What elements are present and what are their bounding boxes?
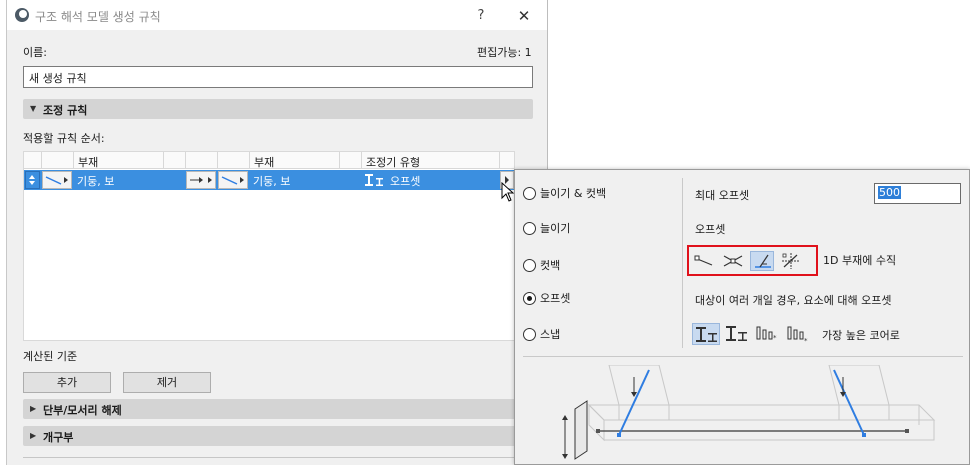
offset-cross-icon[interactable]: [721, 251, 745, 271]
offset-i-beam-icon: [365, 174, 383, 186]
section-release[interactable]: ▶ 단부/모서리 해제: [23, 399, 533, 419]
header-member2[interactable]: 부재: [250, 152, 340, 169]
header-gap1: [164, 152, 186, 169]
radio-button[interactable]: [523, 221, 536, 235]
option-cutback[interactable]: 컷백: [523, 256, 560, 274]
divider-horizontal: [523, 356, 963, 357]
option-label: 스냅: [540, 328, 561, 341]
mouse-cursor-icon: [501, 182, 515, 202]
editable-count: 편집가능: 1: [477, 46, 532, 59]
offset-perpendicular-icon[interactable]: [750, 251, 774, 271]
direction-selector[interactable]: [186, 171, 216, 189]
svg-text:*: *: [804, 337, 808, 345]
i-beam-tall-icon[interactable]: [692, 323, 720, 345]
header-member1[interactable]: 부재: [74, 152, 164, 169]
header-icon2: [218, 152, 250, 169]
header-drag: [24, 152, 42, 169]
help-button[interactable]: ?: [469, 6, 493, 26]
name-input[interactable]: 새 생성 규칙: [23, 66, 533, 88]
section-openings[interactable]: ▶ 개구부: [23, 426, 533, 446]
title-bar[interactable]: 구조 해석 모델 생성 규칙 ? ✕: [7, 0, 547, 30]
table-row[interactable]: 기둥, 보 기둥, 보 오프셋: [24, 170, 514, 190]
core-max-icon[interactable]: *: [754, 323, 782, 345]
perpendicular-label: 1D 부재에 수직: [823, 254, 897, 267]
header-icon1: [42, 152, 74, 169]
option-snap[interactable]: 스냅: [523, 325, 560, 343]
i-beam-short-icon[interactable]: [723, 323, 751, 345]
offset-along-icon[interactable]: [692, 251, 716, 271]
section-adjust-rules[interactable]: ▼ 조정 규칙: [23, 99, 533, 119]
adjuster-label: 오프셋: [390, 175, 421, 188]
window-title: 구조 해석 모델 생성 규칙: [35, 10, 161, 24]
offset-label: 오프셋: [695, 223, 726, 236]
triangle-right-icon: ▶: [30, 431, 37, 440]
offset-direction-group: [687, 245, 818, 276]
triangle-down-icon: ▼: [30, 104, 37, 113]
close-button[interactable]: ✕: [512, 6, 536, 26]
rules-table: 부재 부재 조정기 유형 기둥, 보 기둥, 보 오프셋: [23, 151, 515, 341]
radio-button[interactable]: [523, 327, 536, 341]
radio-button[interactable]: [523, 186, 536, 200]
tallest-core-label: 가장 높은 코어로: [822, 329, 900, 342]
header-gap2: [340, 152, 362, 169]
member2-cell[interactable]: 기둥, 보: [250, 170, 340, 190]
option-label: 오프셋: [540, 292, 571, 305]
remove-button[interactable]: 제거: [123, 372, 211, 393]
rules-dialog: 구조 해석 모델 생성 규칙 ? ✕ 이름: 편집가능: 1 새 생성 규칙 ▼…: [6, 0, 548, 465]
option-label: 늘이기: [540, 222, 571, 235]
option-offset[interactable]: 오프셋: [523, 289, 570, 307]
calculated-criteria-label: 계산된 기준: [23, 350, 78, 363]
core-min-icon[interactable]: *: [785, 323, 813, 345]
option-stretch[interactable]: 늘이기: [523, 219, 570, 237]
svg-text:*: *: [773, 334, 777, 342]
offset-preview-illustration: [562, 365, 936, 460]
section-label: 조정 규칙: [43, 104, 88, 117]
section-label: 개구부: [43, 431, 74, 444]
option-label: 컷백: [540, 259, 561, 272]
header-end: [500, 152, 514, 169]
option-label: 늘이기 & 컷백: [540, 187, 607, 200]
multi-target-label: 대상이 여러 개일 경우, 요소에 대해 오프셋: [695, 294, 892, 307]
add-button[interactable]: 추가: [23, 372, 111, 393]
offset-axes-icon[interactable]: [779, 251, 803, 271]
section-label: 단부/모서리 해제: [43, 404, 122, 417]
header-adjuster-type[interactable]: 조정기 유형: [362, 152, 500, 169]
adjuster-popup: 늘이기 & 컷백 늘이기 컷백 오프셋 스냅 최대 오프셋 500 오프셋 1D…: [514, 169, 970, 465]
max-offset-label: 최대 오프셋: [695, 189, 750, 202]
max-offset-value: 500: [878, 186, 901, 199]
divider-vertical: [682, 178, 683, 348]
member1-type-selector[interactable]: [42, 171, 72, 189]
header-arrow: [186, 152, 218, 169]
max-offset-input[interactable]: 500: [874, 183, 961, 204]
core-options-group: * *: [692, 323, 832, 347]
radio-button-selected[interactable]: [523, 291, 536, 305]
name-label: 이름:: [23, 46, 47, 59]
option-stretch-cutback[interactable]: 늘이기 & 컷백: [523, 184, 606, 202]
member1-cell[interactable]: 기둥, 보: [74, 170, 164, 190]
member2-type-selector[interactable]: [218, 171, 248, 189]
drag-handle[interactable]: [25, 171, 40, 189]
radio-button[interactable]: [523, 258, 536, 272]
order-label: 적용할 규칙 순서:: [23, 132, 105, 145]
archicad-logo-icon: [15, 8, 29, 22]
divider: [23, 457, 533, 458]
adjuster-cell[interactable]: 오프셋: [362, 170, 500, 190]
triangle-right-icon: ▶: [30, 404, 37, 413]
